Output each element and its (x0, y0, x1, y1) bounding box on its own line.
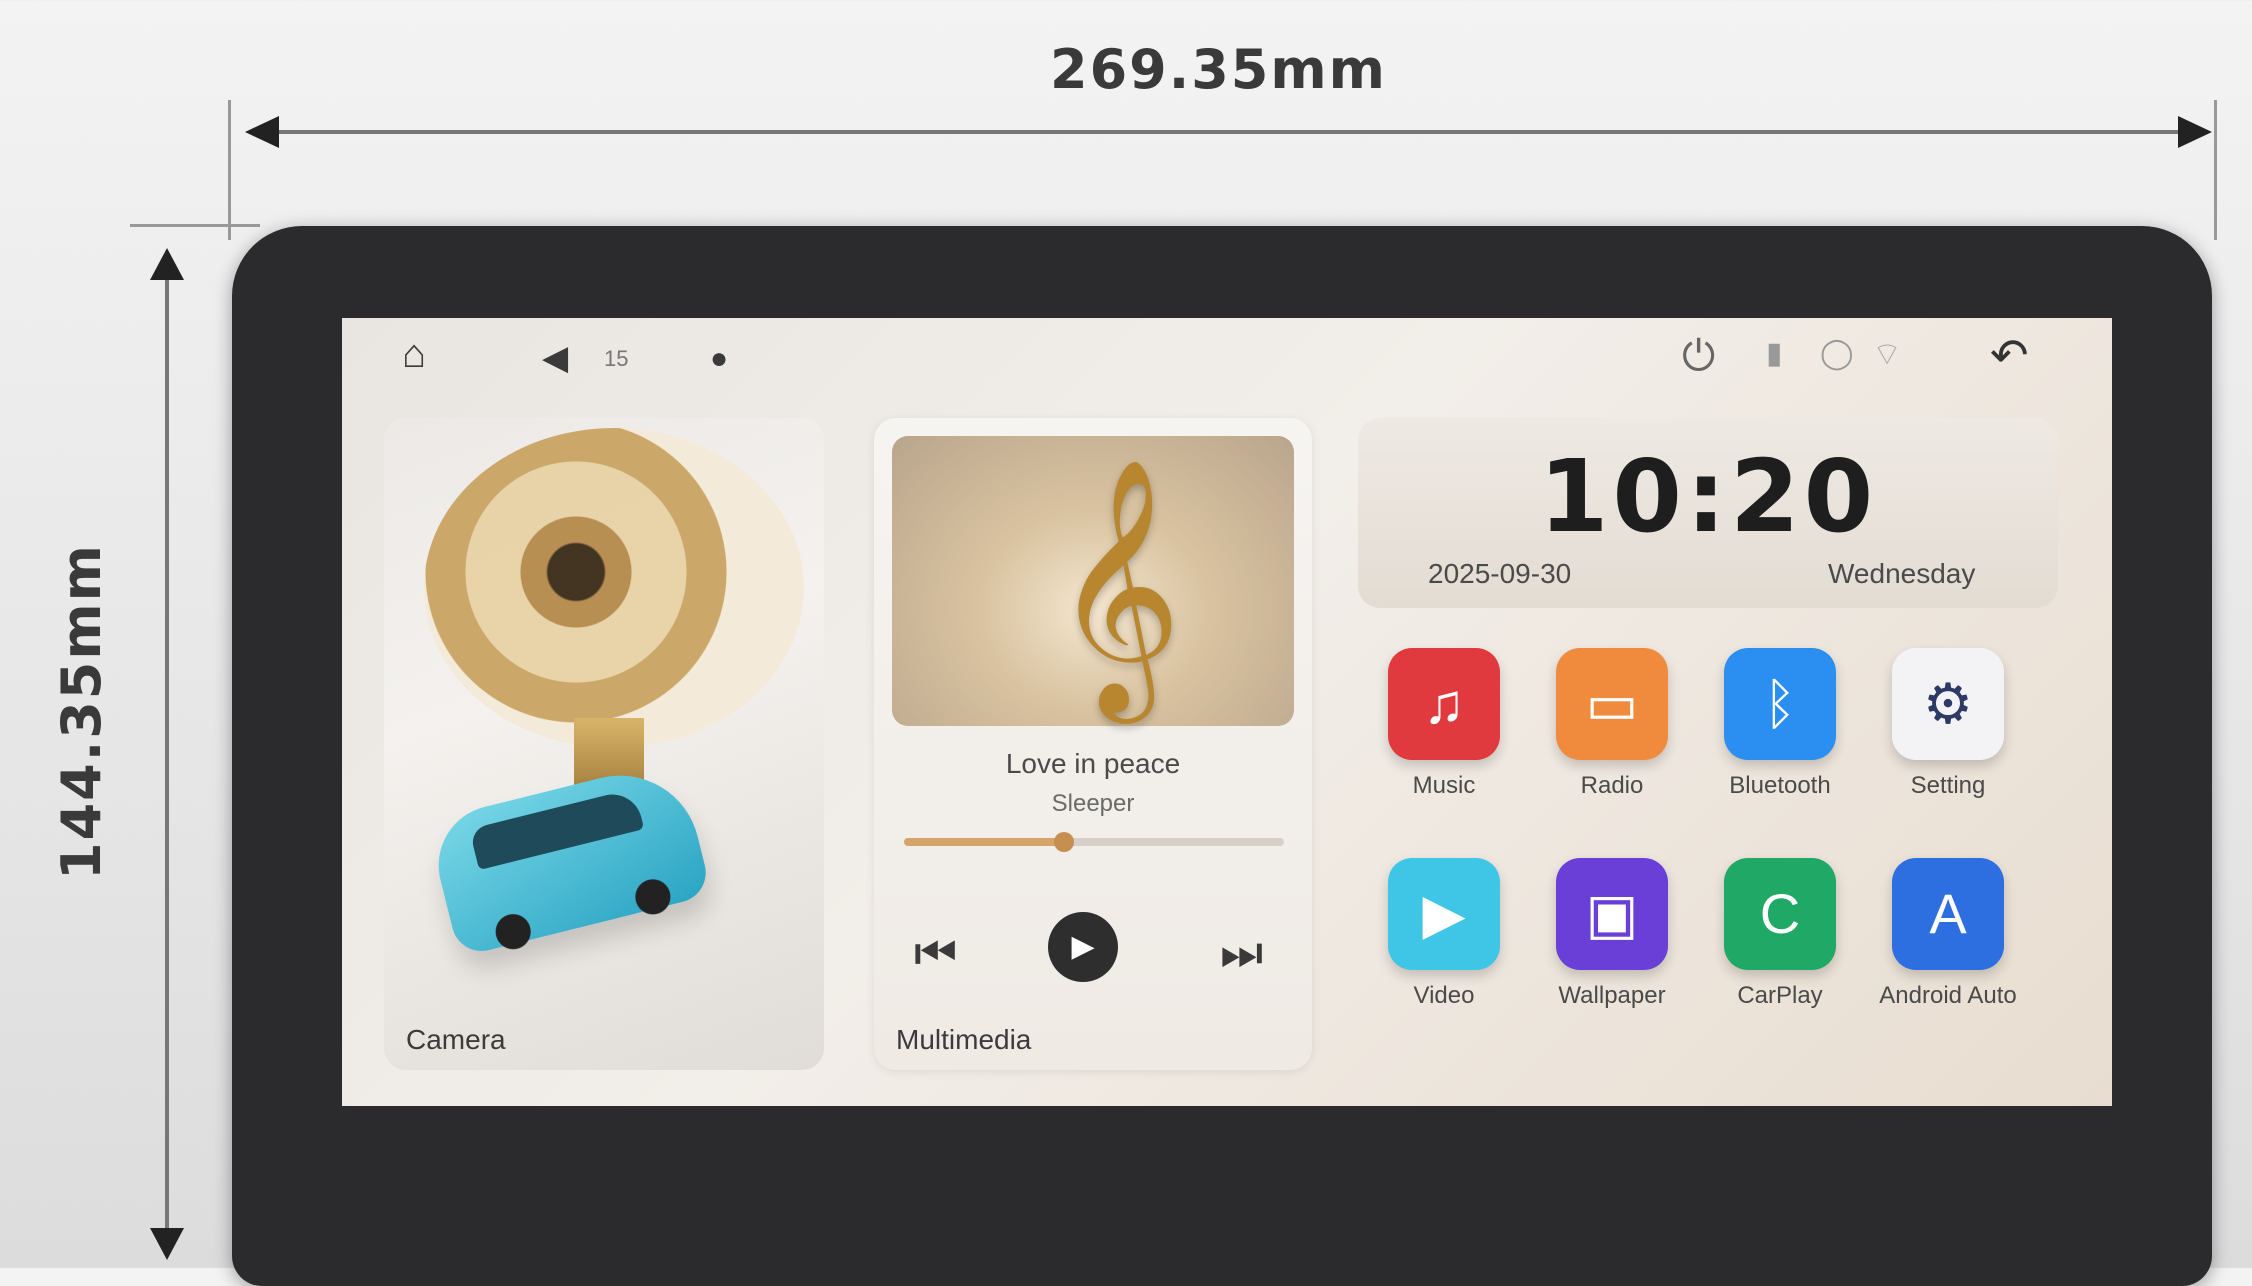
app-label: Setting (1910, 772, 1986, 799)
app-label: Bluetooth (1729, 772, 1831, 799)
arrow-down-icon (150, 1228, 184, 1260)
next-track-icon[interactable]: ⏭ (1220, 926, 1263, 982)
app-label: Wallpaper (1558, 982, 1666, 1009)
app-label: Radio (1580, 772, 1644, 799)
app-grid: ♫ Music ▭ Radio ᛒ Bluetooth ⚙ Setting ▶ Video ▣ Wal… (1358, 638, 2058, 1078)
app-setting[interactable]: ⚙ Setting (1868, 648, 2028, 800)
gear-icon: ⚙ (1892, 648, 2004, 760)
clock-widget: 10:20 2025-09-30 Wednesday (1358, 418, 2058, 608)
song-artist: Sleeper (1051, 790, 1135, 817)
app-video[interactable]: ▶ Video (1364, 858, 1524, 1010)
volume-icon[interactable]: ◀ (542, 338, 568, 378)
volume-value: 15 (604, 346, 629, 371)
play-icon: ▶ (1388, 858, 1500, 970)
microphone-icon: ▮ (1766, 337, 1783, 370)
app-carplay[interactable]: C CarPlay (1700, 858, 1860, 1010)
arrow-up-icon (150, 248, 184, 280)
dimension-guide-top (130, 224, 260, 227)
camera-lens-image (424, 428, 804, 748)
width-dimension-label: 269.35mm (1050, 38, 1387, 101)
multimedia-card-label: Multimedia (896, 1024, 1032, 1055)
app-radio[interactable]: ▭ Radio (1532, 648, 1692, 800)
bluetooth-icon: ᛒ (1724, 648, 1836, 760)
previous-track-icon[interactable]: ⏮ (914, 926, 957, 982)
app-label: CarPlay (1737, 982, 1823, 1009)
camera-card[interactable]: Camera (384, 418, 824, 1070)
progress-fill (904, 838, 1064, 846)
progress-bar[interactable] (904, 832, 1284, 852)
play-pause-button[interactable]: ▶ (1048, 912, 1118, 982)
clock-time: 10:20 (1538, 438, 1878, 555)
clock-weekday: Wednesday (1828, 558, 1976, 589)
head-unit-device: ⌂ ◀ 15 ● ⏻ ▮ ◯ ⌔ ↶ Camera 𝄞 Love in peac… (232, 226, 2212, 1286)
arrow-left-icon (245, 116, 279, 148)
width-dimension-line (250, 130, 2190, 134)
app-bluetooth[interactable]: ᛒ Bluetooth (1700, 648, 1860, 800)
home-icon[interactable]: ⌂ (402, 332, 426, 377)
dimension-guide-right (2214, 100, 2217, 240)
camera-card-label: Camera (406, 1024, 506, 1055)
album-art: 𝄞 (892, 436, 1294, 726)
progress-knob[interactable] (1053, 832, 1074, 852)
app-label: Video (1413, 982, 1475, 1009)
wifi-icon: ⌔ (1872, 336, 1903, 372)
app-music[interactable]: ♫ Music (1364, 648, 1524, 800)
app-label: Android Auto (1879, 982, 2017, 1009)
bluetooth-status-icon: ◯ (1820, 337, 1854, 370)
power-icon[interactable]: ⏻ (1682, 332, 1715, 381)
song-title: Love in peace (1005, 748, 1181, 779)
music-note-icon: ♫ (1388, 648, 1500, 760)
height-dimension-label: 144.35mm (50, 543, 113, 880)
app-label: Music (1412, 772, 1476, 799)
status-bar: ⌂ ◀ 15 ● ⏻ ▮ ◯ ⌔ ↶ (342, 318, 2112, 398)
multimedia-card[interactable]: 𝄞 Love in peace Sleeper ⏮ ▶ ⏭ Multimedia (874, 418, 1312, 1070)
clock-date: 2025-09-30 (1428, 558, 1572, 589)
head-unit-screen: ⌂ ◀ 15 ● ⏻ ▮ ◯ ⌔ ↶ Camera 𝄞 Love in peac… (342, 318, 2112, 1106)
arrow-right-icon (2178, 116, 2212, 148)
android-auto-icon: A (1892, 858, 2004, 970)
carplay-icon: C (1724, 858, 1836, 970)
treble-clef-icon: 𝄞 (1052, 456, 1183, 712)
image-icon: ▣ (1556, 858, 1668, 970)
car-image (425, 758, 713, 958)
dimension-guide-left (228, 100, 231, 240)
back-icon[interactable]: ↶ (1990, 328, 2029, 382)
radio-icon: ▭ (1556, 648, 1668, 760)
height-dimension-line (165, 255, 169, 1235)
status-dot-icon: ● (710, 342, 729, 375)
app-wallpaper[interactable]: ▣ Wallpaper (1532, 858, 1692, 1010)
app-android-auto[interactable]: A Android Auto (1868, 858, 2028, 1010)
